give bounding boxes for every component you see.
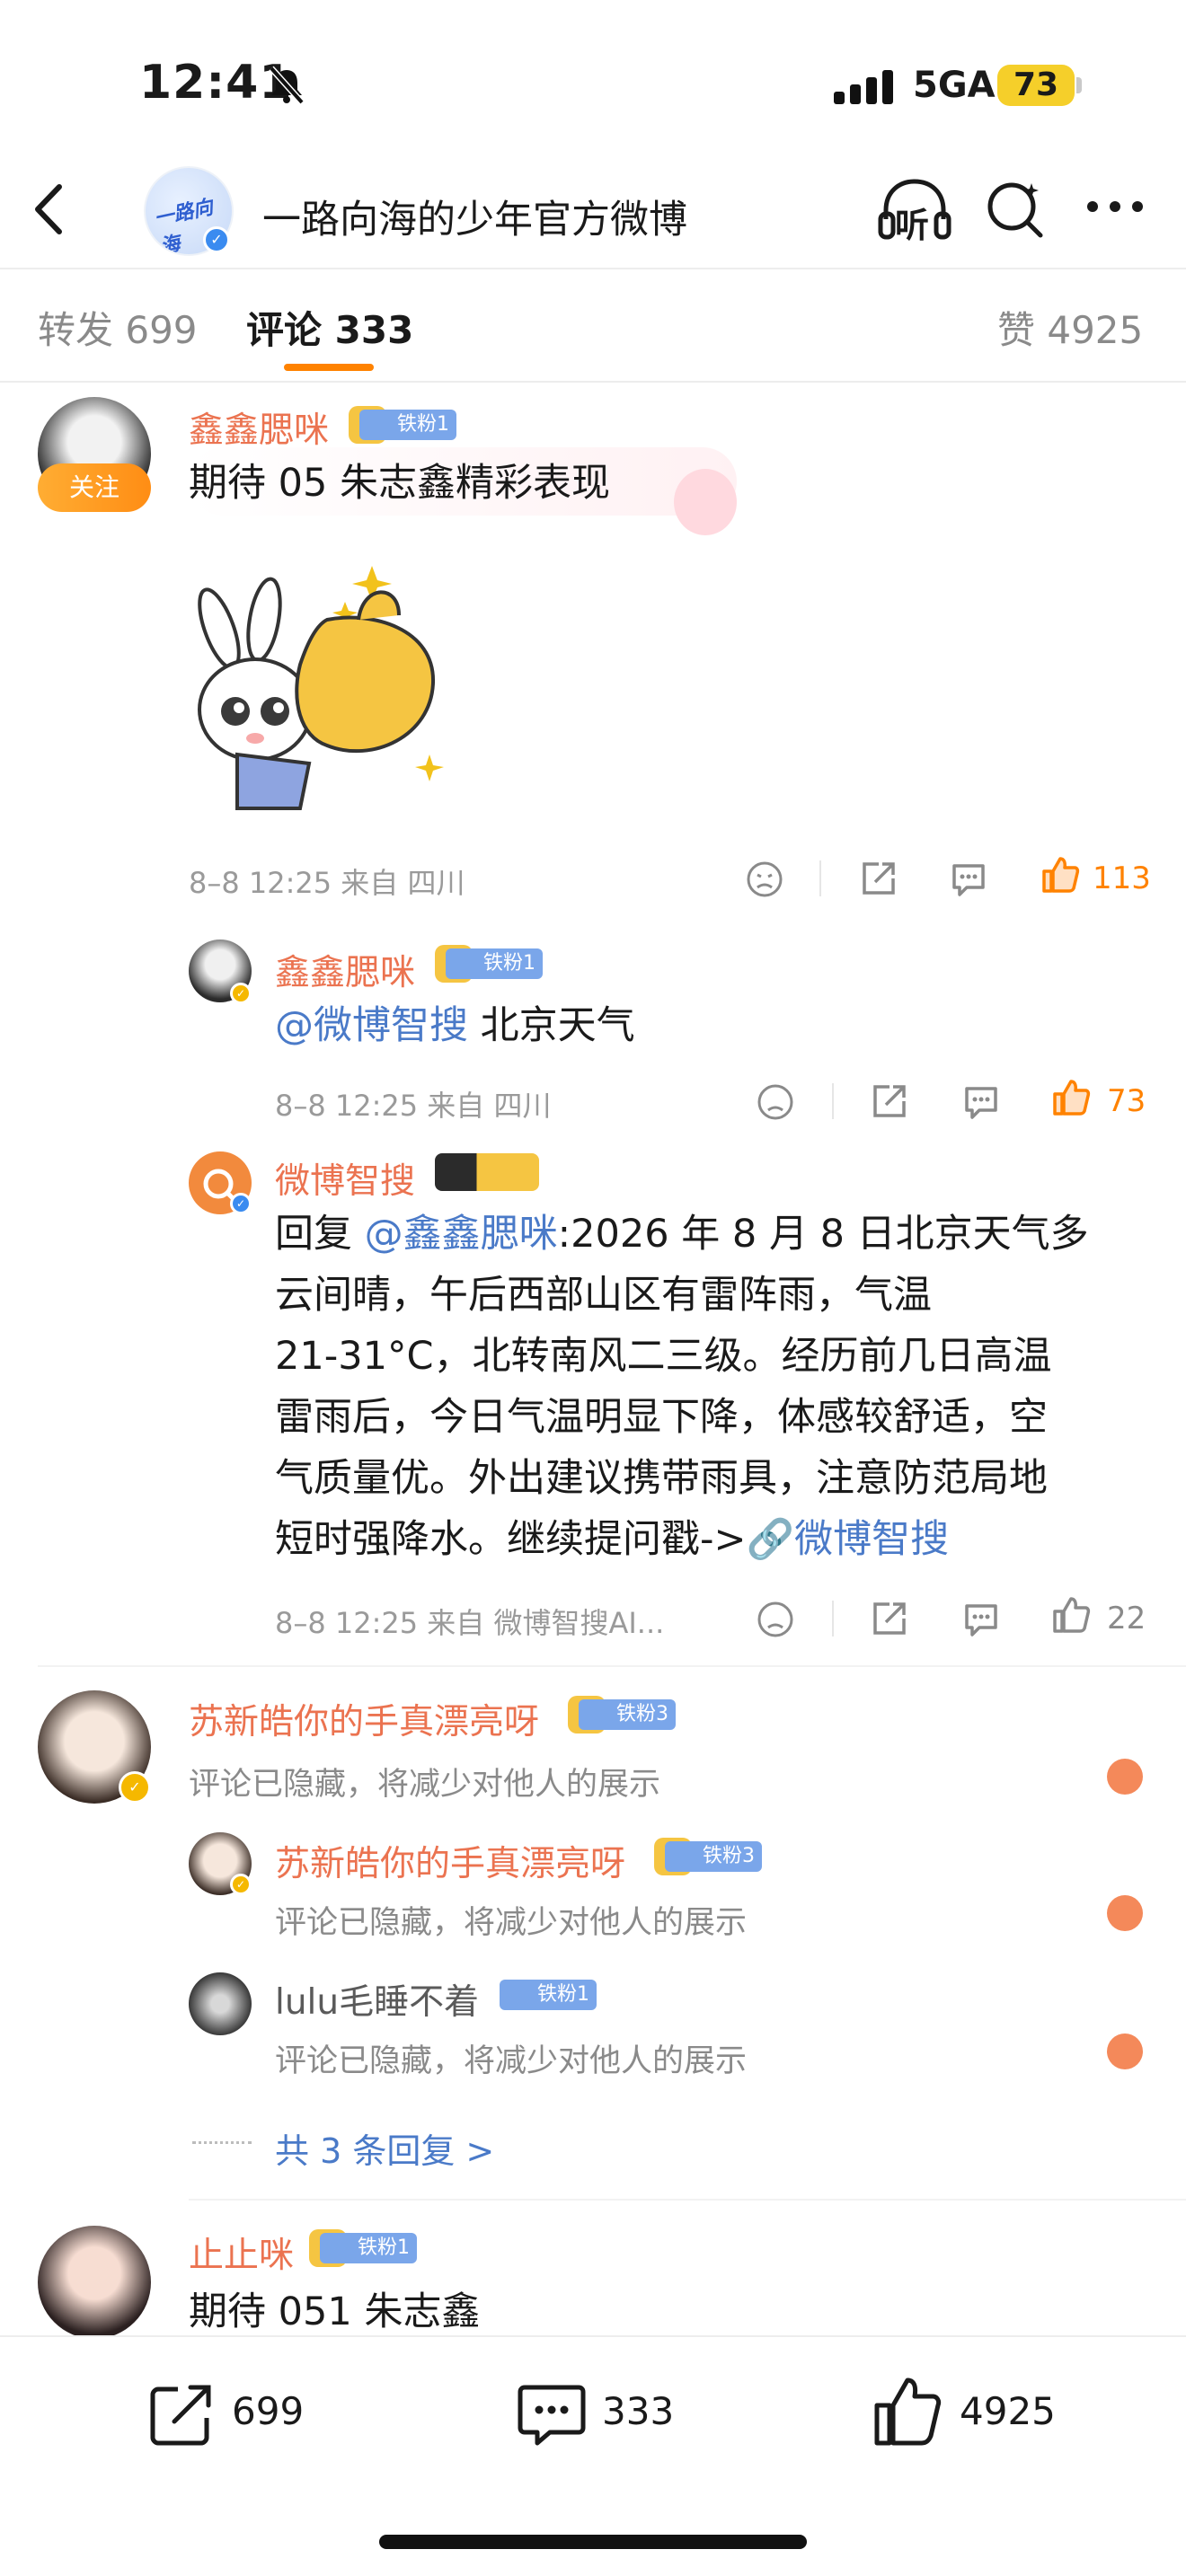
- fan-badge: 铁粉1: [320, 2233, 417, 2263]
- signal-icon: [834, 70, 893, 104]
- more-replies-dots: [192, 2141, 252, 2144]
- level-badge-icon: [435, 1153, 539, 1191]
- fan-badge: 铁粉1: [446, 948, 543, 979]
- reply-line: 短时强降水。继续提问戳->🔗微博智搜: [275, 1509, 1137, 1570]
- follow-button[interactable]: 关注: [38, 463, 151, 512]
- link-icon: 🔗: [746, 1517, 795, 1562]
- reply-line-text: 短时强降水。继续提问戳->: [275, 1517, 747, 1562]
- fan-badge: 铁粉3: [579, 1699, 676, 1730]
- reply-prefix: 回复: [275, 1212, 365, 1257]
- bell-slash-icon: [269, 66, 305, 105]
- back-icon[interactable]: [27, 180, 72, 239]
- search-icon[interactable]: [985, 176, 1048, 241]
- comment-username[interactable]: 苏新皓你的手真漂亮呀: [189, 1694, 539, 1744]
- reply-line: 雷雨后，今日气温明显下降，体感较舒适，空: [275, 1395, 1048, 1440]
- reply-text: @微博智搜 北京天气: [275, 995, 635, 1056]
- hidden-face-icon: [1107, 1759, 1143, 1795]
- dislike-icon[interactable]: [757, 1601, 794, 1638]
- mention-link[interactable]: @微博智搜: [275, 1003, 468, 1048]
- hidden-reply-text: 评论已隐藏，将减少对他人的展示: [275, 1905, 748, 1941]
- dislike-icon[interactable]: [757, 1083, 794, 1121]
- pig-sticker-icon: [674, 469, 737, 535]
- repost-icon[interactable]: [146, 2380, 216, 2450]
- reply-line: 21-31°C，北转南风二三级。经历前几日高温: [275, 1334, 1052, 1379]
- hidden-reply-text: 评论已隐藏，将减少对他人的展示: [275, 2043, 748, 2079]
- comment-username[interactable]: 鑫鑫腮咪: [189, 402, 329, 453]
- bunny-thumbs-up-sticker: [198, 566, 444, 810]
- comment-username[interactable]: 止止咪: [189, 2228, 294, 2278]
- weibo-search-link[interactable]: 微博智搜: [794, 1517, 949, 1562]
- listen-label: 听: [895, 206, 930, 245]
- like-icon[interactable]: [1051, 1595, 1091, 1635]
- verified-icon: ✓: [119, 1771, 151, 1804]
- fan-badge: 铁粉3: [665, 1841, 762, 1872]
- like-icon[interactable]: [872, 2373, 943, 2448]
- reply-icon[interactable]: [961, 1601, 1001, 1638]
- active-tab-indicator: [284, 364, 374, 371]
- fan-badge: 铁粉1: [500, 1980, 597, 2010]
- action-separator: [832, 1083, 834, 1119]
- hidden-face-icon: [1107, 1895, 1143, 1931]
- reply-line: 云间晴，午后西部山区有雷阵雨，气温: [275, 1273, 932, 1318]
- header-divider: [0, 268, 1186, 269]
- verified-icon: ✓: [203, 226, 230, 253]
- page-title: 一路向海的少年官方微博: [262, 198, 687, 243]
- tabs-divider: [0, 381, 1186, 383]
- more-replies-link[interactable]: 共 3 条回复 >: [275, 2123, 494, 2173]
- reply-line: 回复 @鑫鑫腮咪:2026 年 8 月 8 日北京天气多: [275, 1204, 1137, 1265]
- reply-icon[interactable]: [961, 1083, 1001, 1121]
- avatar[interactable]: [38, 2226, 151, 2339]
- action-separator: [819, 860, 821, 896]
- tab-repost[interactable]: 转发 699: [38, 300, 198, 355]
- reply-username[interactable]: 鑫鑫腮咪: [275, 945, 415, 995]
- listen-button[interactable]: 听: [877, 176, 952, 246]
- battery-level: 73: [997, 65, 1075, 106]
- like-count: 22: [1107, 1601, 1146, 1636]
- fan-badge: 铁粉1: [359, 410, 456, 440]
- reply-meta: 8–8 12:25 来自 微博智搜AI...: [275, 1606, 665, 1640]
- hidden-comment-text: 评论已隐藏，将减少对他人的展示: [189, 1767, 661, 1803]
- tab-comments[interactable]: 评论 333: [246, 300, 413, 355]
- battery-cap: [1076, 77, 1082, 93]
- home-indicator: [379, 2535, 807, 2549]
- reply-meta: 8–8 12:25 来自 四川: [275, 1089, 552, 1123]
- like-count[interactable]: 4925: [960, 2389, 1056, 2433]
- hidden-face-icon: [1107, 2033, 1143, 2069]
- mention-link[interactable]: @鑫鑫腮咪: [365, 1212, 558, 1257]
- comment-text: 期待 051 朱志鑫: [189, 2289, 481, 2334]
- comment-count[interactable]: 333: [602, 2389, 674, 2433]
- comment-divider: [38, 1665, 1186, 1667]
- ai-reply-text: 回复 @鑫鑫腮咪:2026 年 8 月 8 日北京天气多 云间晴，午后西部山区有…: [275, 1204, 1137, 1570]
- reply-body: 北京天气: [468, 1003, 635, 1048]
- share-icon[interactable]: [870, 1599, 909, 1638]
- tab-likes[interactable]: 赞 4925: [997, 300, 1143, 355]
- reply-line-text: :2026 年 8 月 8 日北京天气多: [557, 1212, 1089, 1257]
- like-icon[interactable]: [1040, 855, 1080, 895]
- reply-line: 气质量优。外出建议携带雨具，注意防范局地: [275, 1456, 1048, 1501]
- network-type: 5GA: [913, 65, 996, 106]
- repost-count[interactable]: 699: [232, 2389, 304, 2433]
- like-count: 73: [1107, 1083, 1146, 1119]
- share-icon[interactable]: [870, 1081, 909, 1121]
- verified-icon: ✓: [230, 1874, 252, 1895]
- like-count: 113: [1093, 860, 1151, 896]
- comment-meta: 8–8 12:25 来自 四川: [189, 866, 465, 900]
- dislike-icon[interactable]: [746, 860, 783, 898]
- like-icon[interactable]: [1051, 1078, 1091, 1117]
- reply-icon[interactable]: [949, 860, 988, 898]
- more-icon[interactable]: [1084, 198, 1146, 216]
- comment-text: 期待 05 朱志鑫精彩表现: [189, 461, 611, 506]
- comment-divider: [189, 2199, 1186, 2201]
- verified-icon: ✓: [230, 1193, 252, 1214]
- verified-icon: ✓: [230, 983, 252, 1004]
- reply-username[interactable]: 微博智搜: [275, 1153, 415, 1204]
- share-icon[interactable]: [859, 859, 898, 898]
- reply-username[interactable]: 苏新皓你的手真漂亮呀: [275, 1836, 625, 1886]
- action-separator: [832, 1601, 834, 1636]
- comment-icon[interactable]: [516, 2378, 588, 2450]
- avatar[interactable]: [189, 1972, 252, 2035]
- reply-username[interactable]: lulu毛睡不着: [275, 1974, 479, 2025]
